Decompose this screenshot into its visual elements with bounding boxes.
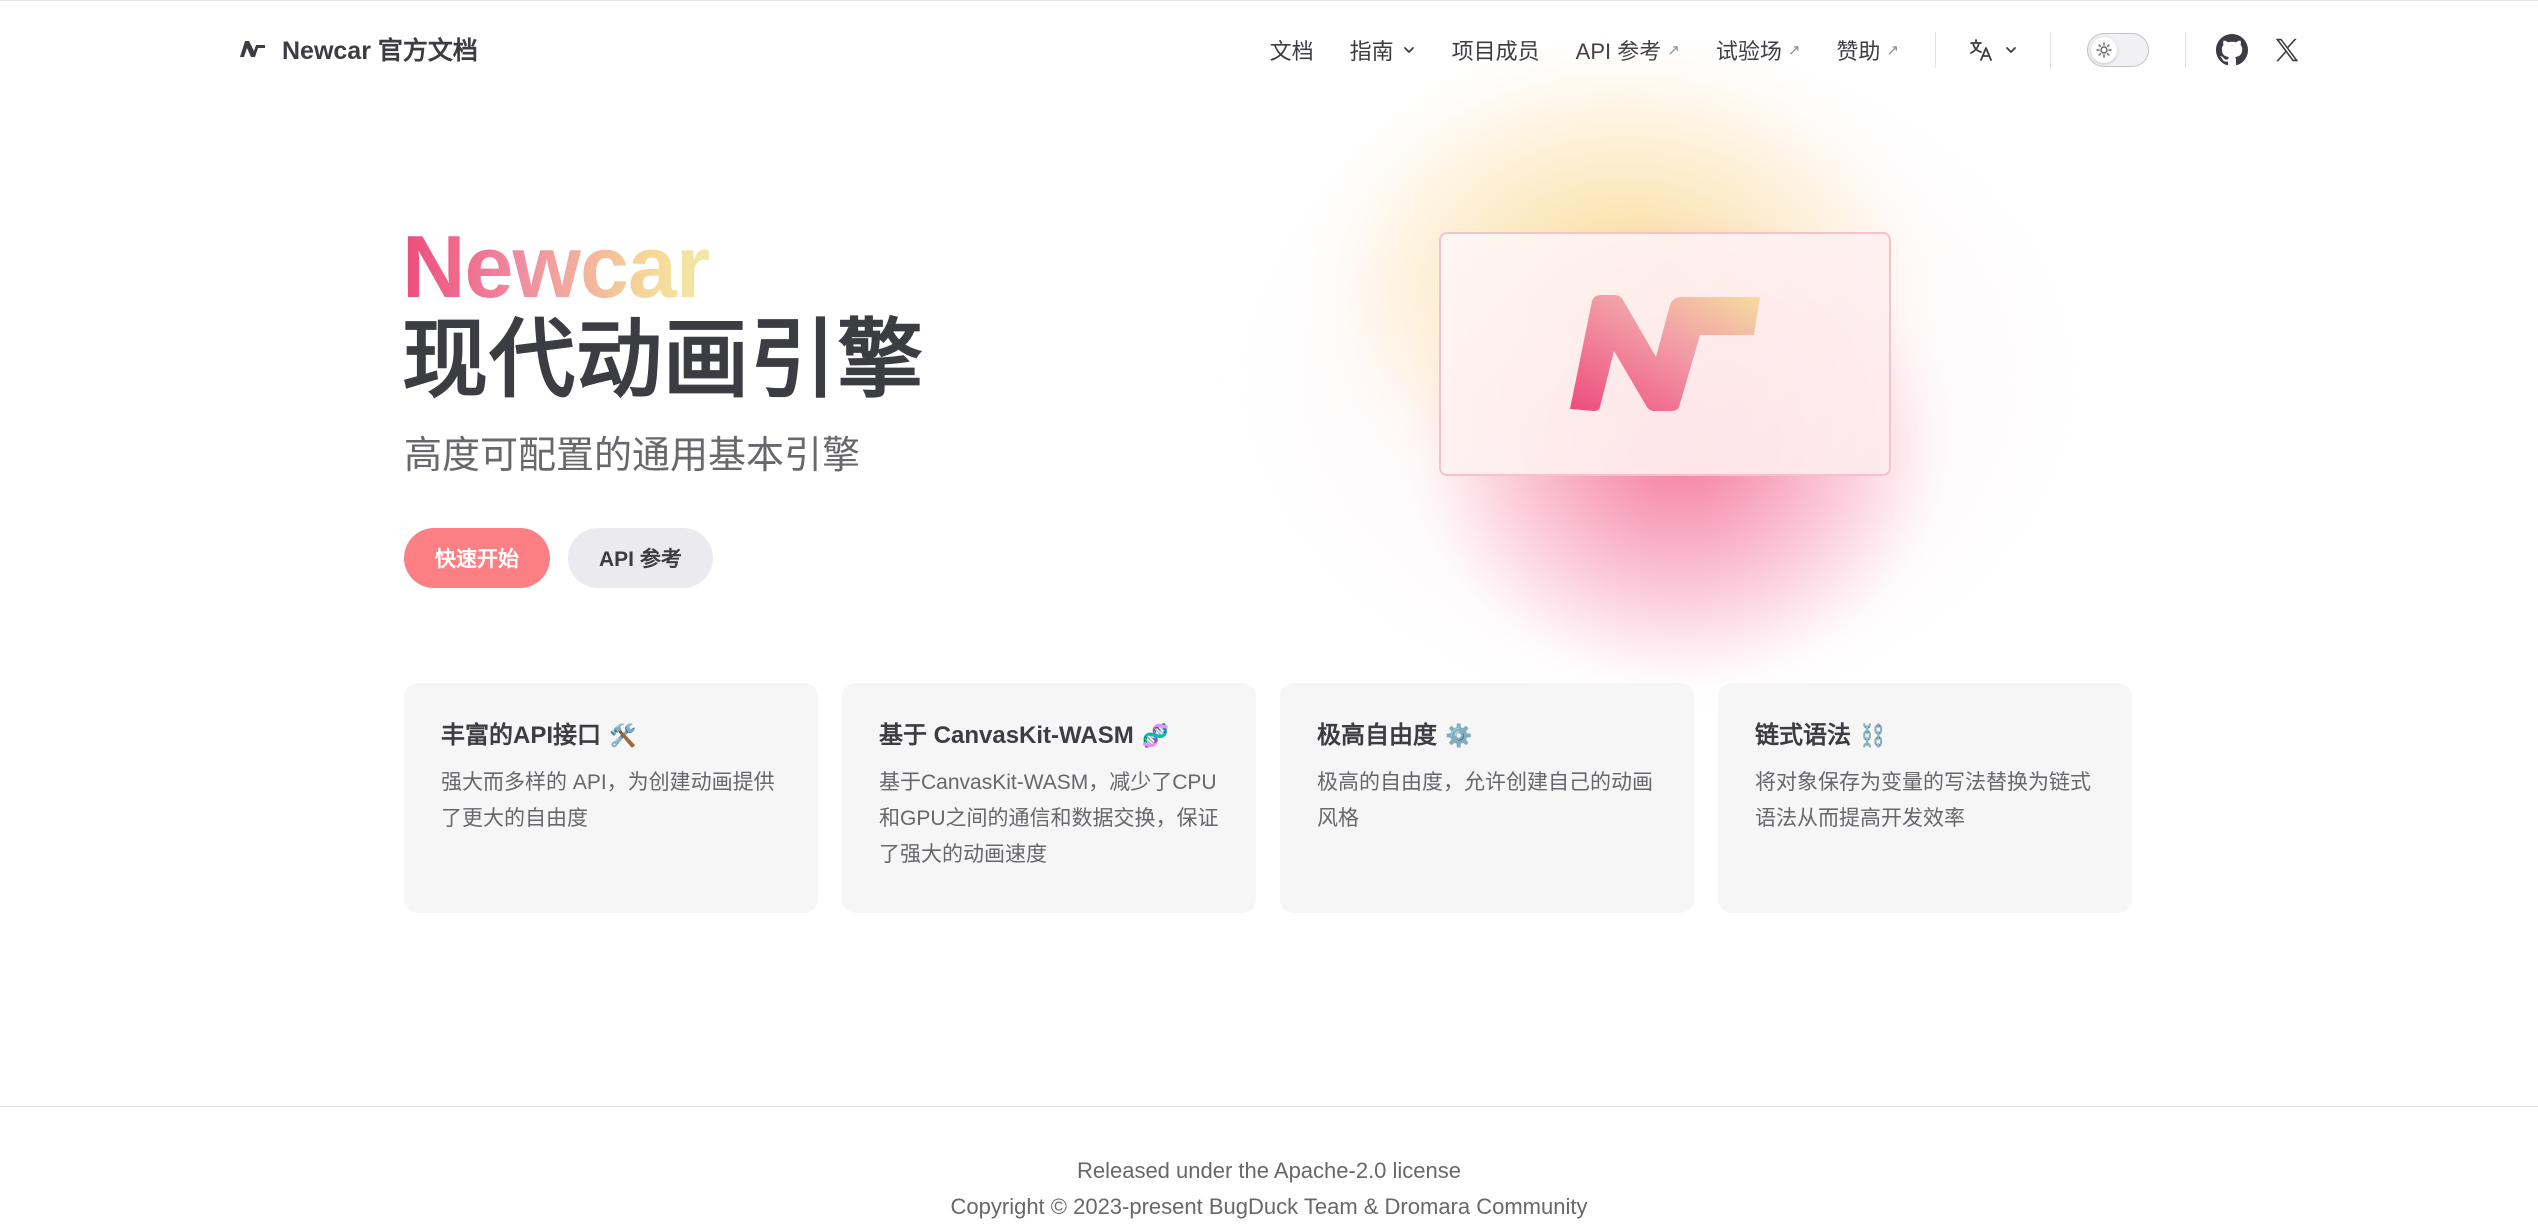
feature-details: 极高的自由度，允许创建自己的动画风格 (1317, 771, 1653, 830)
footer-license: Released under the Apache-2.0 license (1076, 1158, 1462, 1183)
github-icon (2216, 33, 2248, 65)
hammer-wrench-icon: 🛠️ (609, 723, 637, 748)
hero-name: Newcar (402, 217, 710, 316)
hero-tagline: 高度可配置的通用基本引擎 (404, 435, 861, 477)
feature-title: 基于 CanvasKit-WASM 🧬 (879, 722, 1170, 749)
newcar-logo-icon (240, 41, 265, 57)
site-title: Newcar 官方文档 (282, 37, 478, 65)
x-icon (2275, 38, 2299, 61)
feature-card: 链式语法 ⛓️ 将对象保存为变量的写法替换为链式语法从而提高开发效率 (1718, 683, 2132, 913)
hero-text: 现代动画引擎 (402, 312, 924, 408)
feature-title: 丰富的API接口 🛠️ (441, 722, 637, 749)
nav-divider (2185, 31, 2186, 68)
get-started-button[interactable]: 快速开始 (404, 528, 550, 588)
feature-details: 将对象保存为变量的写法替换为链式语法从而提高开发效率 (1755, 771, 2091, 830)
feature-details: 强大而多样的 API，为创建动画提供了更大的自由度 (441, 771, 775, 830)
feature-details: 基于CanvasKit-WASM，减少了CPU和GPU之间的通信和数据交换，保证… (879, 771, 1219, 866)
footer: Released under the Apache-2.0 license Co… (0, 1106, 2538, 1229)
github-link[interactable] (2204, 33, 2260, 66)
brand-link[interactable]: Newcar 官方文档 (238, 31, 478, 67)
api-reference-button[interactable]: API 参考 (568, 528, 713, 588)
footer-copyright: Copyright © 2023-present BugDuck Team & … (950, 1194, 1588, 1219)
features: 丰富的API接口 🛠️ 强大而多样的 API，为创建动画提供了更大的自由度 基于 … (404, 683, 2132, 913)
hero-actions: 快速开始 API 参考 (404, 528, 713, 588)
feature-title: 链式语法 ⛓️ (1755, 722, 1887, 749)
feature-card: 基于 CanvasKit-WASM 🧬 基于CanvasKit-WASM，减少了C… (842, 683, 1256, 913)
feature-card: 丰富的API接口 🛠️ 强大而多样的 API，为创建动画提供了更大的自由度 (404, 683, 818, 913)
newcar-logo-icon (1569, 295, 1760, 411)
chain-icon: ⛓️ (1859, 723, 1887, 748)
dna-icon: 🧬 (1141, 723, 1170, 748)
gear-icon: ⚙️ (1445, 723, 1473, 748)
hero-logo-card (1439, 232, 1891, 476)
feature-card: 极高自由度 ⚙️ 极高的自由度，允许创建自己的动画风格 (1280, 683, 1694, 913)
feature-title: 极高自由度 ⚙️ (1317, 722, 1473, 749)
x-link[interactable] (2260, 35, 2314, 65)
